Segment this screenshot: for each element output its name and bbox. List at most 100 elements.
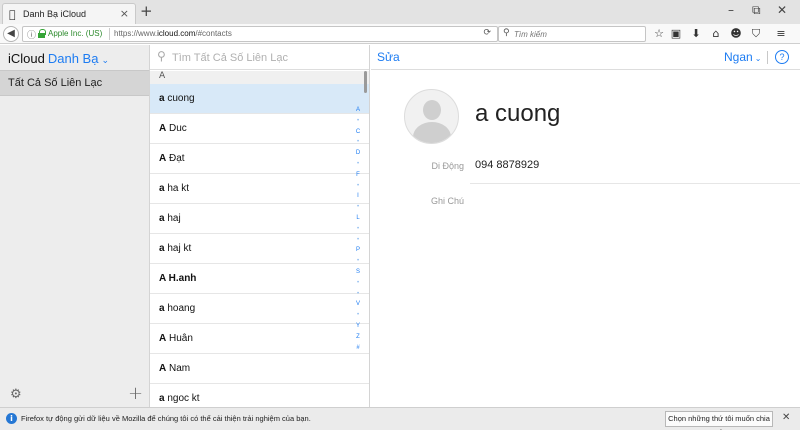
contact-row[interactable]: A Nam xyxy=(150,354,369,384)
index-letter[interactable]: • xyxy=(353,256,363,267)
index-letter[interactable]: • xyxy=(353,224,363,235)
edit-button[interactable]: Sửa xyxy=(377,50,400,64)
detail-toolbar: Sửa Ngan ⌄ ? xyxy=(371,45,800,70)
contact-row-label: a ngoc kt xyxy=(159,393,200,404)
contact-row[interactable]: a haj kt xyxy=(150,234,369,264)
avatar-body xyxy=(413,122,451,143)
site-identity[interactable]: Apple Inc. (US) xyxy=(48,29,102,38)
download-icon[interactable]: ⬇ xyxy=(689,27,703,40)
app-switcher[interactable]: iCloud Danh Bạ ⌄ xyxy=(8,51,109,66)
search-input[interactable] xyxy=(514,28,642,40)
contact-last-name: haj xyxy=(164,213,181,224)
index-letter[interactable]: C xyxy=(353,127,363,138)
browser-tab[interactable]:  Danh Bạ iCloud × xyxy=(2,3,136,24)
menu-icon[interactable]: ≡ xyxy=(774,27,788,40)
toolbar-divider xyxy=(767,51,768,64)
avatar xyxy=(404,89,459,144)
back-arrow-icon[interactable]: ◀ xyxy=(3,26,19,42)
contact-row-label: A Nam xyxy=(159,363,190,374)
index-letter[interactable]: # xyxy=(353,343,363,354)
notification-bar: i Firefox tự động gửi dữ liệu về Mozilla… xyxy=(0,407,800,430)
group-all-contacts[interactable]: Tất Cả Số Liên Lạc xyxy=(0,70,149,96)
gear-icon[interactable]: ⚙ xyxy=(10,387,22,402)
tab-strip:  Danh Bạ iCloud × + – ⧉ ✕ xyxy=(0,0,800,24)
minimize-icon[interactable]: – xyxy=(728,3,734,17)
reload-icon[interactable]: ⟳ xyxy=(483,28,491,38)
index-letter[interactable]: Y xyxy=(353,321,363,332)
choose-share-button[interactable]: Chọn những thứ tôi muốn chia sẻ xyxy=(665,411,773,430)
contact-row[interactable]: a ha kt xyxy=(150,174,369,204)
contact-row-label: A Đạt xyxy=(159,153,185,164)
index-letter[interactable]: A xyxy=(353,105,363,116)
contact-last-name: hoang xyxy=(164,303,196,314)
account-menu[interactable]: Ngan ⌄ xyxy=(724,50,761,64)
url-host: icloud.com xyxy=(157,29,196,38)
index-letter[interactable]: • xyxy=(353,278,363,289)
tab-close-icon[interactable]: × xyxy=(120,7,129,20)
index-letter[interactable]: S xyxy=(353,267,363,278)
index-letter[interactable]: V xyxy=(353,299,363,310)
contact-row-label: A H.anh xyxy=(159,273,196,284)
contact-row[interactable]: a haj xyxy=(150,204,369,234)
contact-last-name: Đạt xyxy=(166,153,185,164)
chevron-down-icon: ⌄ xyxy=(101,55,109,65)
search-icon: ⚲ xyxy=(157,49,166,63)
field-value-mobile[interactable]: 094 8878929 xyxy=(475,159,539,171)
contact-row[interactable]: A Huân xyxy=(150,324,369,354)
close-icon[interactable]: ✕ xyxy=(782,412,790,423)
field-label-mobile: Di Động xyxy=(431,161,464,171)
search-bar[interactable]: ⚲ xyxy=(498,26,646,42)
contacts-app: iCloud Danh Bạ ⌄ Tất Cả Số Liên Lạc ⚙ + ⚲ … xyxy=(0,45,800,407)
window-close-icon[interactable]: ✕ xyxy=(777,3,787,17)
reading-list-icon[interactable]: ▣ xyxy=(669,27,683,40)
contact-first-name: A xyxy=(159,273,166,284)
avatar-head xyxy=(423,100,441,120)
account-name: Ngan xyxy=(724,50,753,64)
scrollbar[interactable] xyxy=(364,71,367,93)
add-contact-button[interactable]: + xyxy=(128,383,143,404)
contact-last-name: Nam xyxy=(166,363,191,374)
index-letter[interactable]: D xyxy=(353,148,363,159)
lock-icon[interactable] xyxy=(38,29,46,38)
pocket-icon[interactable]: ☻ xyxy=(729,27,743,40)
index-letter[interactable]: • xyxy=(353,116,363,127)
info-icon[interactable]: ⓘ xyxy=(27,28,36,41)
notification-message: Firefox tự động gửi dữ liệu về Mozilla đ… xyxy=(21,414,311,423)
index-letter[interactable]: I xyxy=(353,191,363,202)
group-label: Tất Cả Số Liên Lạc xyxy=(8,77,103,89)
url-bar[interactable]: ⓘ Apple Inc. (US) https://www.icloud.com… xyxy=(22,26,498,42)
star-icon[interactable]: ☆ xyxy=(652,27,666,40)
contact-search-input[interactable] xyxy=(172,50,362,65)
new-tab-button[interactable]: + xyxy=(140,3,153,19)
contact-row[interactable]: a cuong xyxy=(150,84,369,114)
contact-row[interactable]: A Đạt xyxy=(150,144,369,174)
index-letter[interactable]: • xyxy=(353,310,363,321)
url-text[interactable]: https://www.icloud.com/#contacts xyxy=(114,29,232,38)
restore-icon[interactable]: ⧉ xyxy=(752,3,761,18)
index-letter[interactable]: • xyxy=(353,202,363,213)
section-letter: A xyxy=(159,71,166,81)
index-letter[interactable]: P xyxy=(353,245,363,256)
contact-row[interactable]: a ngoc kt xyxy=(150,384,369,407)
apple-icon:  xyxy=(9,8,16,21)
contact-row[interactable]: a hoang xyxy=(150,294,369,324)
index-letter[interactable]: • xyxy=(353,289,363,300)
help-icon[interactable]: ? xyxy=(775,50,789,64)
index-letter[interactable]: • xyxy=(353,159,363,170)
index-letter[interactable]: F xyxy=(353,170,363,181)
contact-search[interactable]: ⚲ xyxy=(150,45,369,70)
index-letter[interactable]: L xyxy=(353,213,363,224)
index-letter[interactable]: • xyxy=(353,137,363,148)
index-letter[interactable]: • xyxy=(353,181,363,192)
alphabet-index[interactable]: A • C • D • F • I • L • • P • S • • V • Y Z # xyxy=(353,105,363,353)
info-icon: i xyxy=(6,413,17,424)
index-letter[interactable]: • xyxy=(353,235,363,246)
home-icon[interactable]: ⌂ xyxy=(709,27,723,40)
contact-row[interactable]: A Duc xyxy=(150,114,369,144)
contact-row[interactable]: A H.anh xyxy=(150,264,369,294)
tab-title: Danh Bạ iCloud xyxy=(23,9,87,19)
shield-icon[interactable]: ⛉ xyxy=(749,27,763,41)
index-letter[interactable]: Z xyxy=(353,332,363,343)
contact-name: a cuong xyxy=(475,100,561,127)
contact-row-label: a hoang xyxy=(159,303,195,314)
